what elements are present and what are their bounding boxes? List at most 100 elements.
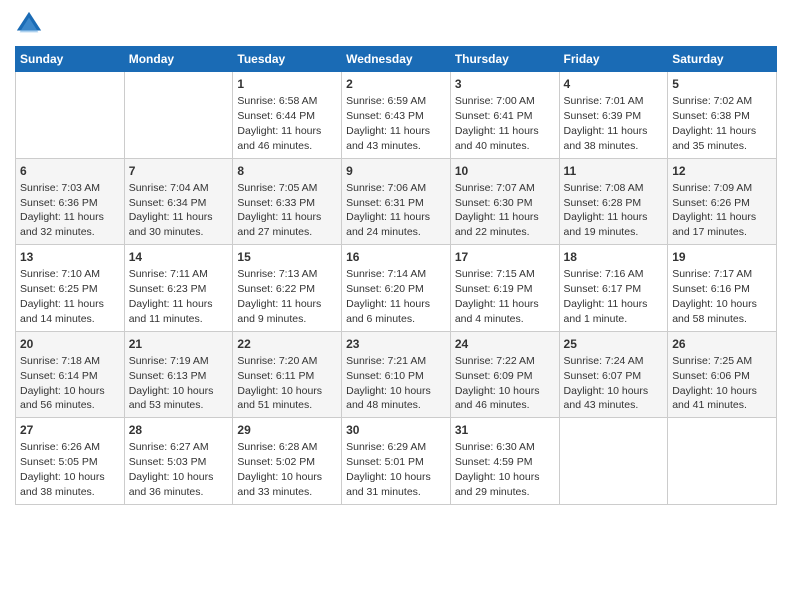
day-number: 29: [237, 422, 337, 438]
day-info: Sunrise: 6:27 AM Sunset: 5:03 PM Dayligh…: [129, 441, 214, 498]
day-number: 15: [237, 249, 337, 265]
day-number: 2: [346, 76, 446, 92]
day-number: 8: [237, 163, 337, 179]
day-info: Sunrise: 7:13 AM Sunset: 6:22 PM Dayligh…: [237, 268, 321, 325]
day-number: 4: [564, 76, 664, 92]
day-number: 14: [129, 249, 229, 265]
day-cell: 7Sunrise: 7:04 AM Sunset: 6:34 PM Daylig…: [124, 158, 233, 245]
day-number: 28: [129, 422, 229, 438]
day-number: 11: [564, 163, 664, 179]
day-cell: 22Sunrise: 7:20 AM Sunset: 6:11 PM Dayli…: [233, 331, 342, 418]
day-cell: 25 Sunrise: 7:24 AM Sunset: 6:07 PM Dayli…: [559, 331, 668, 418]
day-info: Sunrise: 7:18 AM Sunset: 6:14 PM Dayligh…: [20, 355, 105, 412]
day-cell: 1 Sunrise: 6:58 AM Sunset: 6:44 PM Daylig…: [233, 72, 342, 159]
day-number: 23: [346, 336, 446, 352]
day-info: Sunrise: 6:26 AM Sunset: 5:05 PM Dayligh…: [20, 441, 105, 498]
day-number: 18: [564, 249, 664, 265]
day-info: Sunrise: 6:30 AM Sunset: 4:59 PM Dayligh…: [455, 441, 540, 498]
day-cell: 9 Sunrise: 7:06 AM Sunset: 6:31 PM Daylig…: [342, 158, 451, 245]
day-cell: [16, 72, 125, 159]
day-number: 24: [455, 336, 555, 352]
day-cell: 16 Sunrise: 7:14 AM Sunset: 6:20 PM Dayli…: [342, 245, 451, 332]
day-cell: 10 Sunrise: 7:07 AM Sunset: 6:30 PM Dayli…: [450, 158, 559, 245]
day-info: Sunrise: 7:24 AM Sunset: 6:07 PM Dayligh…: [564, 355, 649, 412]
day-cell: 11 Sunrise: 7:08 AM Sunset: 6:28 PM Dayli…: [559, 158, 668, 245]
day-cell: 4Sunrise: 7:01 AM Sunset: 6:39 PM Daylig…: [559, 72, 668, 159]
day-number: 21: [129, 336, 229, 352]
day-cell: 18 Sunrise: 7:16 AM Sunset: 6:17 PM Dayli…: [559, 245, 668, 332]
day-number: 26: [672, 336, 772, 352]
day-info: Sunrise: 6:59 AM Sunset: 6:43 PM Dayligh…: [346, 95, 430, 152]
day-cell: 3Sunrise: 7:00 AM Sunset: 6:41 PM Daylig…: [450, 72, 559, 159]
day-info: Sunrise: 6:28 AM Sunset: 5:02 PM Dayligh…: [237, 441, 322, 498]
day-info: Sunrise: 7:10 AM Sunset: 6:25 PM Dayligh…: [20, 268, 104, 325]
day-info: Sunrise: 7:05 AM Sunset: 6:33 PM Dayligh…: [237, 182, 321, 239]
day-number: 20: [20, 336, 120, 352]
day-cell: 12 Sunrise: 7:09 AM Sunset: 6:26 PM Dayli…: [668, 158, 777, 245]
col-header-tuesday: Tuesday: [233, 47, 342, 72]
day-number: 16: [346, 249, 446, 265]
col-header-thursday: Thursday: [450, 47, 559, 72]
day-cell: 27 Sunrise: 6:26 AM Sunset: 5:05 PM Dayli…: [16, 418, 125, 505]
col-header-monday: Monday: [124, 47, 233, 72]
week-row-4: 20 Sunrise: 7:18 AM Sunset: 6:14 PM Dayli…: [16, 331, 777, 418]
day-number: 9: [346, 163, 446, 179]
week-row-5: 27 Sunrise: 6:26 AM Sunset: 5:05 PM Dayli…: [16, 418, 777, 505]
day-info: Sunrise: 7:19 AM Sunset: 6:13 PM Dayligh…: [129, 355, 214, 412]
day-cell: 2 Sunrise: 6:59 AM Sunset: 6:43 PM Daylig…: [342, 72, 451, 159]
day-number: 12: [672, 163, 772, 179]
col-header-saturday: Saturday: [668, 47, 777, 72]
week-row-3: 13 Sunrise: 7:10 AM Sunset: 6:25 PM Dayli…: [16, 245, 777, 332]
col-header-friday: Friday: [559, 47, 668, 72]
day-cell: 6 Sunrise: 7:03 AM Sunset: 6:36 PM Daylig…: [16, 158, 125, 245]
day-cell: 23 Sunrise: 7:21 AM Sunset: 6:10 PM Dayli…: [342, 331, 451, 418]
day-number: 31: [455, 422, 555, 438]
day-info: Sunrise: 7:22 AM Sunset: 6:09 PM Dayligh…: [455, 355, 540, 412]
col-header-sunday: Sunday: [16, 47, 125, 72]
week-row-2: 6 Sunrise: 7:03 AM Sunset: 6:36 PM Daylig…: [16, 158, 777, 245]
day-number: 1: [237, 76, 337, 92]
day-cell: [124, 72, 233, 159]
day-cell: 15 Sunrise: 7:13 AM Sunset: 6:22 PM Dayli…: [233, 245, 342, 332]
day-cell: 20 Sunrise: 7:18 AM Sunset: 6:14 PM Dayli…: [16, 331, 125, 418]
day-number: 13: [20, 249, 120, 265]
day-number: 10: [455, 163, 555, 179]
day-cell: [559, 418, 668, 505]
day-info: Sunrise: 7:03 AM Sunset: 6:36 PM Dayligh…: [20, 182, 104, 239]
day-cell: 28 Sunrise: 6:27 AM Sunset: 5:03 PM Dayli…: [124, 418, 233, 505]
day-number: 27: [20, 422, 120, 438]
day-cell: 30 Sunrise: 6:29 AM Sunset: 5:01 PM Dayli…: [342, 418, 451, 505]
day-number: 17: [455, 249, 555, 265]
day-info: Sunrise: 7:16 AM Sunset: 6:17 PM Dayligh…: [564, 268, 648, 325]
logo: [15, 10, 47, 38]
week-row-1: 1 Sunrise: 6:58 AM Sunset: 6:44 PM Daylig…: [16, 72, 777, 159]
day-cell: 8 Sunrise: 7:05 AM Sunset: 6:33 PM Daylig…: [233, 158, 342, 245]
calendar-header: SundayMondayTuesdayWednesdayThursdayFrid…: [16, 47, 777, 72]
page: SundayMondayTuesdayWednesdayThursdayFrid…: [0, 0, 792, 515]
day-info: Sunrise: 7:08 AM Sunset: 6:28 PM Dayligh…: [564, 182, 648, 239]
day-cell: 17 Sunrise: 7:15 AM Sunset: 6:19 PM Dayli…: [450, 245, 559, 332]
day-number: 25: [564, 336, 664, 352]
day-cell: 29 Sunrise: 6:28 AM Sunset: 5:02 PM Dayli…: [233, 418, 342, 505]
logo-icon: [15, 10, 43, 38]
header-row: SundayMondayTuesdayWednesdayThursdayFrid…: [16, 47, 777, 72]
day-info: Sunrise: 7:09 AM Sunset: 6:26 PM Dayligh…: [672, 182, 756, 239]
day-info: Sunrise: 7:06 AM Sunset: 6:31 PM Dayligh…: [346, 182, 430, 239]
day-cell: 13 Sunrise: 7:10 AM Sunset: 6:25 PM Dayli…: [16, 245, 125, 332]
day-cell: [668, 418, 777, 505]
calendar-table: SundayMondayTuesdayWednesdayThursdayFrid…: [15, 46, 777, 505]
day-info: Sunrise: 7:25 AM Sunset: 6:06 PM Dayligh…: [672, 355, 757, 412]
day-info: Sunrise: 7:02 AM Sunset: 6:38 PM Dayligh…: [672, 95, 756, 152]
day-info: Sunrise: 7:04 AM Sunset: 6:34 PM Dayligh…: [129, 182, 213, 239]
day-cell: 14 Sunrise: 7:11 AM Sunset: 6:23 PM Dayli…: [124, 245, 233, 332]
day-info: Sunrise: 7:15 AM Sunset: 6:19 PM Dayligh…: [455, 268, 539, 325]
day-info: Sunrise: 7:11 AM Sunset: 6:23 PM Dayligh…: [129, 268, 213, 325]
day-info: Sunrise: 7:07 AM Sunset: 6:30 PM Dayligh…: [455, 182, 539, 239]
day-info: Sunrise: 7:21 AM Sunset: 6:10 PM Dayligh…: [346, 355, 431, 412]
day-info: Sunrise: 7:14 AM Sunset: 6:20 PM Dayligh…: [346, 268, 430, 325]
day-info: Sunrise: 6:29 AM Sunset: 5:01 PM Dayligh…: [346, 441, 431, 498]
day-number: 30: [346, 422, 446, 438]
day-info: Sunrise: 6:58 AM Sunset: 6:44 PM Dayligh…: [237, 95, 321, 152]
day-number: 6: [20, 163, 120, 179]
header: [15, 10, 777, 38]
